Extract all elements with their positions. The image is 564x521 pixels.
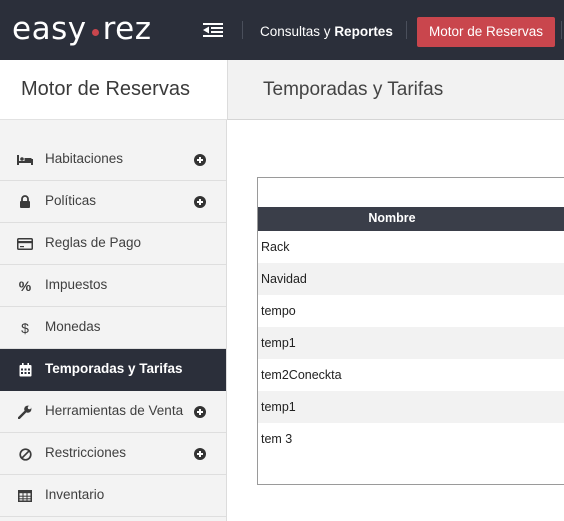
- table-row[interactable]: Rack: [258, 231, 564, 263]
- calendar-icon: [17, 362, 33, 378]
- dollar-icon: $: [21, 320, 29, 336]
- bed-icon: [17, 152, 33, 168]
- top-navbar: easy rez Consultas y Reportes Motor de R…: [0, 0, 564, 60]
- sidebar-item-label: Políticas: [45, 193, 97, 208]
- percent-icon: %: [18, 278, 32, 294]
- menu-toggle-icon[interactable]: [203, 22, 223, 38]
- seasons-table: Nombre Rack Navidad tempo temp1 tem2Cone…: [257, 177, 564, 485]
- wrench-icon: [17, 404, 33, 420]
- table-cell-nombre: tempo: [261, 304, 296, 318]
- page-title: Temporadas y Tarifas: [263, 79, 444, 100]
- table-cell-nombre: Rack: [261, 240, 290, 254]
- page-header: Temporadas y Tarifas: [227, 60, 564, 120]
- plus-circle-icon[interactable]: [194, 154, 206, 166]
- table-row[interactable]: temp1: [258, 391, 564, 423]
- sidebar-item-temporadas-tarifas[interactable]: Temporadas y Tarifas: [0, 349, 226, 391]
- table-cell-nombre: temp1: [261, 336, 296, 350]
- sidebar-item-impuestos[interactable]: % Impuestos: [0, 265, 226, 307]
- table-cell-nombre: temp1: [261, 400, 296, 414]
- nav-motor-reservas[interactable]: Motor de Reservas: [417, 17, 555, 47]
- sidebar-item-habitaciones[interactable]: Habitaciones: [0, 139, 226, 181]
- logo-text-right: rez: [102, 11, 152, 47]
- sidebar-item-inventario[interactable]: Inventario: [0, 475, 226, 517]
- sidebar-item-label: Temporadas y Tarifas: [45, 361, 183, 376]
- sidebar-item-label: Inventario: [45, 487, 105, 502]
- sidebar-item-label: Restricciones: [45, 445, 127, 460]
- sidebar-item-label: Monedas: [45, 319, 101, 334]
- table-cell-nombre: tem 3: [261, 432, 293, 446]
- table-cell-nombre: Navidad: [261, 272, 307, 286]
- sidebar-header: Motor de Reservas: [0, 60, 227, 120]
- nav-divider: [561, 21, 562, 39]
- table-row[interactable]: tempo: [258, 295, 564, 327]
- table-row[interactable]: temp1: [258, 327, 564, 359]
- nav-consultas-reportes[interactable]: Consultas y Reportes: [260, 17, 393, 47]
- table-row[interactable]: tem 3: [258, 423, 564, 455]
- sidebar-item-reglas-pago[interactable]: Reglas de Pago: [0, 223, 226, 265]
- sidebar: Habitaciones Políticas Reglas de Pago % …: [0, 120, 227, 521]
- sidebar-item-restricciones[interactable]: Restricciones: [0, 433, 226, 475]
- sidebar-item-herramientas-venta[interactable]: Herramientas de Venta: [0, 391, 226, 433]
- table-cell-nombre: tem2Coneckta: [261, 368, 342, 382]
- lock-icon: [17, 194, 33, 210]
- logo-dot: [91, 28, 99, 36]
- table-icon: [17, 488, 33, 504]
- sidebar-item-politicas[interactable]: Políticas: [0, 181, 226, 223]
- column-header-nombre[interactable]: Nombre: [258, 211, 526, 225]
- ban-icon: [17, 446, 33, 462]
- table-header-row: Nombre: [258, 207, 564, 231]
- sidebar-item-label: Habitaciones: [45, 151, 124, 166]
- app-logo[interactable]: easy rez: [12, 9, 152, 49]
- table-row[interactable]: tem2Coneckta: [258, 359, 564, 391]
- nav-consultas-bold: Reportes: [334, 24, 393, 39]
- nav-consultas-prefix: Consultas y: [260, 24, 331, 39]
- nav-divider: [242, 21, 243, 39]
- nav-divider: [406, 21, 407, 39]
- logo-text-left: easy: [12, 11, 87, 47]
- plus-circle-icon[interactable]: [194, 196, 206, 208]
- sidebar-item-monedas[interactable]: $ Monedas: [0, 307, 226, 349]
- sidebar-item-label: Herramientas de Venta: [45, 403, 184, 418]
- sidebar-title: Motor de Reservas: [21, 78, 190, 100]
- sidebar-item-label: Reglas de Pago: [45, 235, 142, 250]
- plus-circle-icon[interactable]: [194, 406, 206, 418]
- sidebar-item-label: Impuestos: [45, 277, 108, 292]
- credit-card-icon: [17, 236, 33, 252]
- plus-circle-icon[interactable]: [194, 448, 206, 460]
- table-row[interactable]: Navidad: [258, 263, 564, 295]
